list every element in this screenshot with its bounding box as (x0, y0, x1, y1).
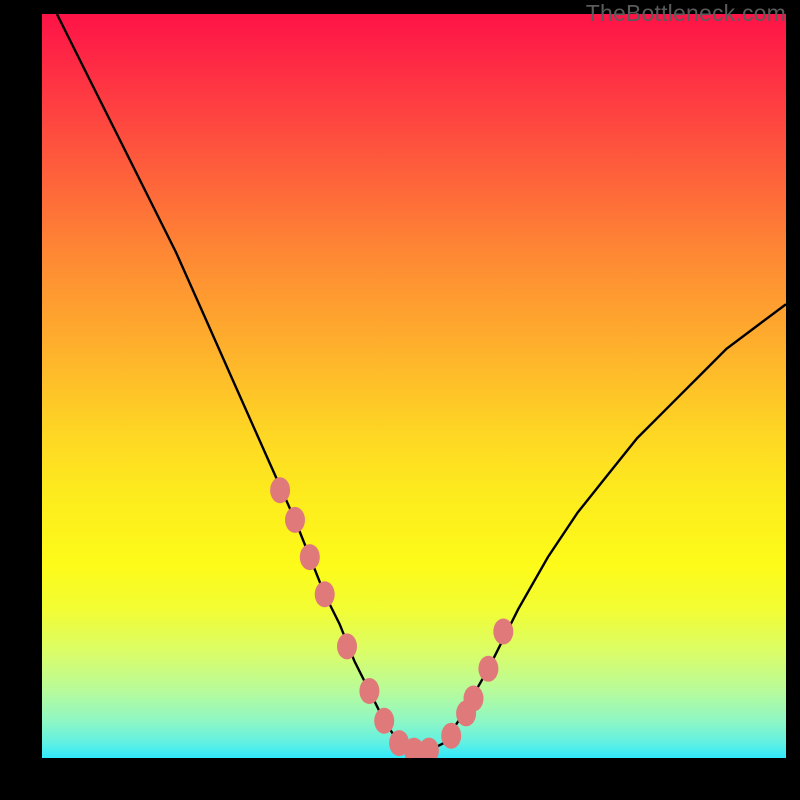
marker-point (270, 477, 290, 503)
plot-area (42, 14, 786, 758)
marker-point (419, 738, 439, 758)
marker-point (374, 708, 394, 734)
marker-point (315, 581, 335, 607)
marker-point (300, 544, 320, 570)
bottleneck-curve (57, 14, 786, 751)
marker-point (464, 686, 484, 712)
marker-point (359, 678, 379, 704)
marker-point (441, 723, 461, 749)
marker-point (285, 507, 305, 533)
marker-point (493, 619, 513, 645)
curve-layer (42, 14, 786, 758)
marker-point (337, 633, 357, 659)
marker-group (270, 477, 513, 758)
watermark-text: TheBottleneck.com (586, 0, 786, 27)
chart-frame: TheBottleneck.com (0, 0, 800, 800)
marker-point (478, 656, 498, 682)
